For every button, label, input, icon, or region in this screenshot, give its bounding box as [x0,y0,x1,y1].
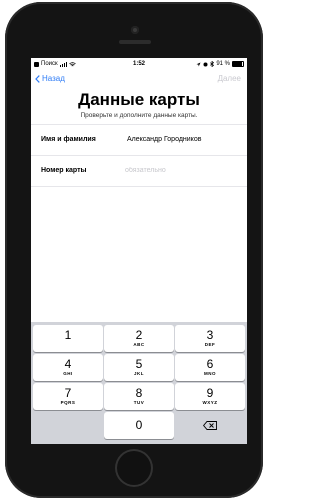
status-bar: Поиск 1:52 91 % [31,58,247,70]
camera-icon [131,26,139,34]
key-3-letters: DEF [204,342,216,347]
key-6[interactable]: 6 MNO [175,354,245,381]
name-value[interactable]: Александр Городников [127,136,201,143]
key-1-digit: 1 [64,328,72,342]
key-3[interactable]: 3 DEF [175,325,245,352]
battery-icon [232,61,244,67]
phone-frame: Поиск 1:52 91 % Назад Далее Данные карты… [5,2,263,498]
key-5-letters: JKL [133,371,144,376]
card-form: Имя и фамилия Александр Городников Номер… [31,124,247,187]
key-5[interactable]: 5 JKL [104,354,174,381]
back-label: Назад [42,74,65,83]
key-5-digit: 5 [135,357,143,371]
speaker-grille [119,40,151,44]
key-3-digit: 3 [206,328,214,342]
key-8[interactable]: 8 TUV [104,383,174,410]
next-button[interactable]: Далее [218,74,241,83]
bluetooth-icon [210,61,215,67]
key-0-digit: 0 [135,418,143,432]
key-4[interactable]: 4 GHI [33,354,103,381]
key-9-letters: WXYZ [202,400,218,405]
alarm-icon [203,62,208,66]
card-number-row[interactable]: Номер карты [31,155,247,187]
key-blank [33,412,103,439]
page-subtitle: Проверьте и дополните данные карты. [80,112,198,119]
key-4-letters: GHI [63,371,73,376]
key-1[interactable]: 1 [33,325,103,352]
key-8-letters: TUV [133,400,145,405]
key-7[interactable]: 7 PQRS [33,383,103,410]
key-8-digit: 8 [135,386,143,400]
screen: Поиск 1:52 91 % Назад Далее Данные карты… [31,58,247,444]
navigation-bar: Назад Далее [31,72,247,88]
card-number-input[interactable] [125,164,235,176]
chevron-left-icon [35,74,40,83]
battery-percent: 91 % [216,61,230,67]
key-2-letters: ABC [133,342,145,347]
key-9-digit: 9 [206,386,214,400]
home-button[interactable] [115,449,153,487]
delete-key[interactable] [175,412,245,439]
key-7-digit: 7 [64,386,72,400]
back-button[interactable]: Назад [35,74,65,83]
key-7-letters: PQRS [60,400,76,405]
page-title: Данные карты [78,90,200,109]
key-6-letters: MNO [204,371,216,376]
key-9[interactable]: 9 WXYZ [175,383,245,410]
backspace-icon [203,421,217,430]
key-0[interactable]: 0 [104,412,174,439]
name-row[interactable]: Имя и фамилия Александр Городников [31,124,247,155]
key-2-digit: 2 [135,328,143,342]
numeric-keypad: 1 2 ABC 3 DEF 4 GHI 5 JKL 6 MNO 7 PQRS 8 TUV 9W… [31,322,247,444]
card-number-label: Номер карты [41,167,87,174]
name-label: Имя и фамилия [41,136,96,143]
key-2[interactable]: 2 ABC [104,325,174,352]
location-icon [196,62,201,66]
key-4-digit: 4 [64,357,72,371]
key-6-digit: 6 [206,357,214,371]
